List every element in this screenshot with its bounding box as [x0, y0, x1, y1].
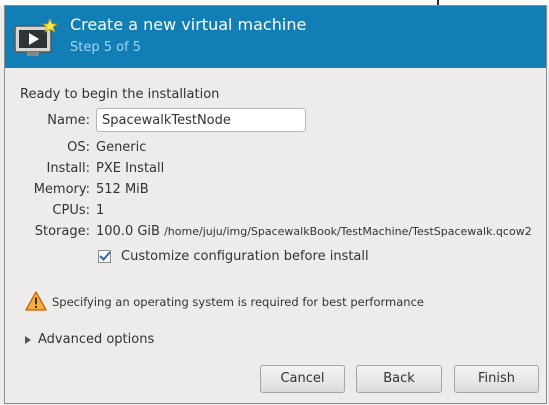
install-value: PXE Install: [96, 161, 165, 176]
finish-button[interactable]: Finish: [454, 365, 539, 393]
memory-label: Memory:: [33, 182, 90, 197]
cancel-button[interactable]: Cancel: [260, 365, 345, 393]
cpus-value: 1: [96, 203, 105, 218]
os-label: OS:: [67, 140, 90, 155]
customize-checkbox[interactable]: [98, 250, 111, 263]
warning-icon: [25, 291, 47, 311]
cpus-label: CPUs:: [52, 203, 90, 218]
summary-row-cpus: CPUs: 1: [0, 203, 549, 221]
storage-label: Storage:: [34, 224, 90, 239]
name-label: Name:: [47, 113, 90, 128]
expander-arrow-icon[interactable]: [24, 335, 32, 345]
os-value: Generic: [96, 140, 147, 155]
advanced-options-expander[interactable]: Advanced options: [38, 332, 154, 347]
checkmark-icon: [99, 251, 111, 261]
customize-label[interactable]: Customize configuration before install: [121, 249, 369, 264]
back-button[interactable]: Back: [356, 365, 442, 393]
summary-row-storage: Storage: 100.0 GiB /home/juju/img/Spacew…: [0, 224, 549, 242]
summary-row-memory: Memory: 512 MiB: [0, 182, 549, 200]
wizard-header: Create a new virtual machine Step 5 of 5: [5, 6, 546, 68]
summary-row-os: OS: Generic: [0, 140, 549, 158]
wizard-step: Step 5 of 5: [70, 40, 142, 55]
storage-value: 100.0 GiB /home/juju/img/SpacewalkBook/T…: [96, 224, 532, 239]
install-label: Install:: [46, 161, 90, 176]
vm-name-input[interactable]: [96, 108, 306, 132]
wizard-title: Create a new virtual machine: [70, 15, 307, 34]
warning-message: Specifying an operating system is requir…: [52, 295, 424, 309]
summary-heading: Ready to begin the installation: [20, 87, 220, 102]
summary-row-install: Install: PXE Install: [0, 161, 549, 179]
virtual-machine-icon: [14, 18, 58, 56]
storage-path: /home/juju/img/SpacewalkBook/TestMachine…: [164, 225, 532, 238]
storage-size: 100.0 GiB: [96, 224, 160, 239]
memory-value: 512 MiB: [96, 182, 149, 197]
